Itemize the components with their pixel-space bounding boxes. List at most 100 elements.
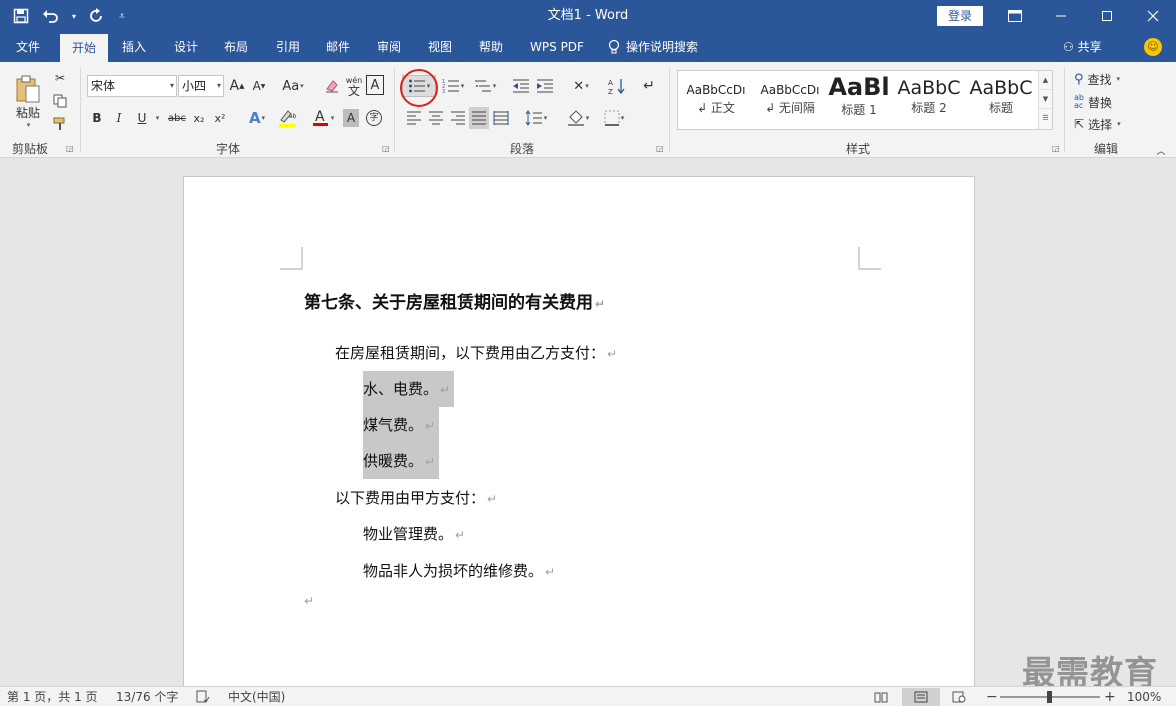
- numbering-button[interactable]: 1 2 3 ▾: [438, 75, 468, 97]
- copy-icon[interactable]: [50, 91, 70, 111]
- shrink-font-button[interactable]: A ▼: [250, 75, 268, 97]
- tab-design[interactable]: 设计: [164, 32, 208, 62]
- style-normal[interactable]: AaBbCcDı ↲ 正文: [680, 71, 752, 129]
- close-icon[interactable]: [1130, 0, 1176, 32]
- distributed-icon[interactable]: [491, 107, 511, 129]
- tab-view[interactable]: 视图: [418, 32, 462, 62]
- italic-button[interactable]: I: [111, 107, 127, 129]
- list-item-selected[interactable]: 供暖费。 ↵: [363, 443, 440, 479]
- replace-button[interactable]: ab ac 替换: [1074, 92, 1140, 112]
- tab-help[interactable]: 帮助: [469, 32, 513, 62]
- subscript-button[interactable]: x₂: [191, 107, 207, 129]
- undo-icon[interactable]: [38, 3, 64, 29]
- clipboard-launcher-icon[interactable]: ◲: [66, 144, 74, 153]
- align-center-icon[interactable]: [426, 107, 446, 129]
- multilevel-list-button[interactable]: ▾: [470, 75, 500, 97]
- decrease-indent-icon[interactable]: [510, 75, 532, 97]
- cut-icon[interactable]: ✂: [50, 68, 70, 88]
- paragraph-line[interactable]: 在房屋租赁期间，以下费用由乙方支付： ↵: [335, 335, 617, 371]
- tab-file[interactable]: 文件: [6, 32, 50, 62]
- paste-button[interactable]: 粘贴 ▾: [10, 68, 46, 134]
- character-border-button[interactable]: A: [366, 75, 384, 95]
- zoom-slider-thumb[interactable]: [1047, 691, 1052, 703]
- character-shading-button[interactable]: A: [343, 109, 359, 127]
- tab-review[interactable]: 审阅: [367, 32, 411, 62]
- chinese-layout-button[interactable]: ✕ ▾: [566, 75, 596, 97]
- tab-insert[interactable]: 插入: [112, 32, 156, 62]
- font-size-combo[interactable]: 小四 ▾: [178, 75, 224, 97]
- proofing-icon[interactable]: [196, 687, 210, 706]
- enclose-characters-button[interactable]: 字: [364, 107, 384, 129]
- style-heading-1[interactable]: AaBl 标题 1: [828, 71, 890, 129]
- paste-dropdown-icon[interactable]: ▾: [27, 121, 31, 129]
- heading-paragraph[interactable]: 第七条、关于房屋租赁期间的有关费用 ↵: [304, 285, 605, 321]
- empty-paragraph[interactable]: ↵: [302, 582, 314, 618]
- grow-font-button[interactable]: A ▲: [228, 75, 246, 97]
- show-formatting-marks-icon[interactable]: ↵: [638, 75, 660, 97]
- web-layout-icon[interactable]: [946, 688, 972, 706]
- font-launcher-icon[interactable]: ◲: [382, 144, 390, 153]
- justify-icon[interactable]: [469, 107, 489, 129]
- align-right-icon[interactable]: [448, 107, 468, 129]
- increase-indent-icon[interactable]: [534, 75, 556, 97]
- tab-layout[interactable]: 布局: [214, 32, 258, 62]
- feedback-smiley-icon[interactable]: ☺: [1144, 38, 1162, 56]
- list-item[interactable]: 物业管理费。 ↵: [363, 516, 465, 552]
- strikethrough-button[interactable]: abc: [165, 107, 189, 129]
- format-painter-icon[interactable]: [50, 114, 70, 134]
- paragraph-launcher-icon[interactable]: ◲: [656, 144, 664, 153]
- borders-button[interactable]: ▾: [599, 107, 629, 129]
- clear-formatting-icon[interactable]: [322, 75, 342, 97]
- tell-me-search[interactable]: 操作说明搜索: [608, 32, 718, 62]
- tab-references[interactable]: 引用: [266, 32, 310, 62]
- qat-more-icon[interactable]: ⩡: [114, 3, 130, 29]
- save-icon[interactable]: [8, 3, 34, 29]
- tab-mailings[interactable]: 邮件: [316, 32, 360, 62]
- style-title[interactable]: AaBbC 标题: [968, 71, 1034, 129]
- highlight-color-button[interactable]: ab: [273, 107, 303, 129]
- collapse-ribbon-icon[interactable]: ︿: [1154, 144, 1168, 157]
- tab-home[interactable]: 开始: [60, 34, 108, 62]
- redo-icon[interactable]: [84, 3, 110, 29]
- customize-qat-icon[interactable]: ▾: [68, 3, 80, 29]
- page-count-status[interactable]: 第 1 页，共 1 页: [7, 687, 98, 706]
- tab-wps-pdf[interactable]: WPS PDF: [524, 32, 590, 62]
- sort-icon[interactable]: AZ: [606, 75, 628, 97]
- style-no-spacing[interactable]: AaBbCcDı ↲ 无间隔: [754, 71, 826, 129]
- superscript-button[interactable]: x²: [211, 107, 229, 129]
- shading-button[interactable]: ▾: [563, 107, 593, 129]
- styles-scroll-down-icon[interactable]: ▼: [1039, 90, 1052, 109]
- change-case-button[interactable]: Aa ▾: [278, 75, 308, 97]
- minimize-icon[interactable]: [1038, 0, 1084, 32]
- line-spacing-button[interactable]: ▾: [521, 107, 551, 129]
- styles-scroll-up-icon[interactable]: ▲: [1039, 71, 1052, 90]
- bold-button[interactable]: B: [89, 107, 105, 129]
- ribbon-display-options-icon[interactable]: [992, 0, 1038, 32]
- select-button[interactable]: ⇱ 选择 ▾: [1074, 114, 1140, 134]
- share-button[interactable]: ⚇ 共享: [1063, 32, 1102, 62]
- maximize-icon[interactable]: [1084, 0, 1130, 32]
- underline-button[interactable]: U: [133, 107, 151, 129]
- document-page[interactable]: 第七条、关于房屋租赁期间的有关费用 ↵ 在房屋租赁期间，以下费用由乙方支付： ↵ 水…: [183, 176, 975, 696]
- language-status[interactable]: 中文(中国): [228, 687, 285, 706]
- phonetic-guide-button[interactable]: wén 文: [344, 73, 364, 99]
- font-color-button[interactable]: A ▾: [308, 107, 338, 129]
- text-effects-button[interactable]: A ▾: [243, 107, 271, 129]
- font-name-combo[interactable]: 宋体 ▾: [87, 75, 177, 97]
- list-item-selected[interactable]: 煤气费。 ↵: [363, 407, 440, 443]
- zoom-level[interactable]: 100%: [1127, 687, 1161, 706]
- zoom-out-button[interactable]: −: [986, 687, 998, 706]
- find-button[interactable]: ⚲ 查找 ▾: [1074, 69, 1140, 89]
- zoom-in-button[interactable]: +: [1104, 687, 1116, 706]
- underline-dropdown-icon[interactable]: ▾: [152, 107, 162, 129]
- style-heading-2[interactable]: AaBbC 标题 2: [896, 71, 962, 129]
- read-mode-icon[interactable]: [868, 688, 894, 706]
- styles-more-icon[interactable]: ☰: [1039, 109, 1052, 128]
- paragraph-line[interactable]: 以下费用由甲方支付： ↵: [335, 480, 497, 516]
- list-item-selected[interactable]: 水、电费。 ↵: [363, 371, 455, 407]
- align-left-icon[interactable]: [404, 107, 424, 129]
- login-button[interactable]: 登录: [937, 6, 983, 26]
- print-layout-icon[interactable]: [902, 688, 940, 706]
- word-count-status[interactable]: 13/76 个字: [116, 687, 178, 706]
- styles-launcher-icon[interactable]: ◲: [1052, 144, 1060, 153]
